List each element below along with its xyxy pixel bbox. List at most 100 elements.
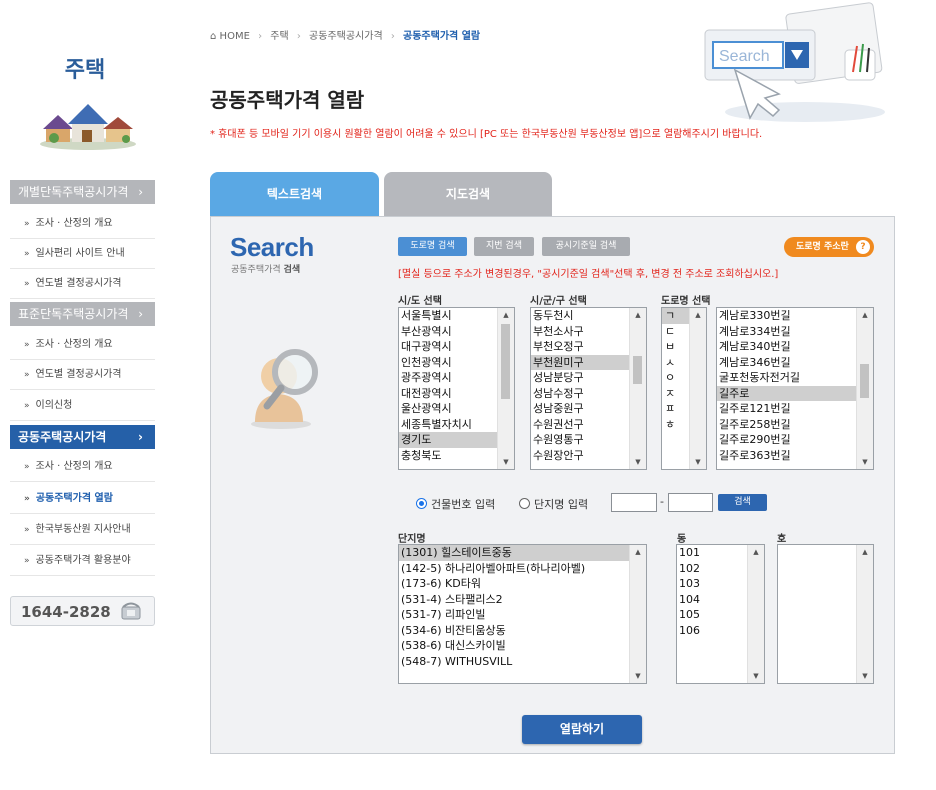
- road-option[interactable]: 길주로121번길: [717, 401, 873, 417]
- radio-complex-name[interactable]: [519, 498, 530, 509]
- scroll-down-icon[interactable]: ▼: [630, 455, 646, 469]
- sido-scrollbar[interactable]: ▲ ▼: [497, 308, 514, 469]
- page-title: 공동주택가격 열람: [210, 88, 365, 112]
- scroll-down-icon[interactable]: ▼: [690, 455, 706, 469]
- complex-option[interactable]: (531-7) 리파인빌: [399, 607, 646, 623]
- complex-option[interactable]: (538-6) 대신스카이빌: [399, 638, 646, 654]
- scroll-down-icon[interactable]: ▼: [748, 669, 764, 683]
- scroll-up-icon[interactable]: ▲: [857, 545, 873, 559]
- road-initial-select[interactable]: ㄱ ㄷ ㅂ ㅅ ㅇ ㅈ ㅍ ㅎ ▲ ▼: [661, 307, 707, 470]
- breadcrumb-separator: ›: [390, 31, 395, 42]
- building-number-main-input[interactable]: [611, 493, 657, 512]
- ho-select[interactable]: ▲ ▼: [777, 544, 874, 684]
- scroll-up-icon[interactable]: ▲: [630, 308, 646, 322]
- menu-item-apartment-price-view[interactable]: » 공동주택가격 열람: [10, 484, 155, 514]
- sido-select[interactable]: 서울특별시 부산광역시 대구광역시 인천광역시 광주광역시 대전광역시 울산광역…: [398, 307, 515, 470]
- scroll-up-icon[interactable]: ▲: [748, 545, 764, 559]
- reference-date-search-button[interactable]: 공시기준일 검색: [542, 237, 630, 256]
- menu-item-usage-field[interactable]: » 공동주택가격 활용분야: [10, 546, 155, 576]
- search-button[interactable]: 검색: [718, 494, 767, 511]
- road-option[interactable]: 길주로363번길: [717, 448, 873, 464]
- menu-item-ilsa-site-guide[interactable]: » 일사편리 사이트 안내: [10, 239, 155, 269]
- road-option[interactable]: 길주로258번길: [717, 417, 873, 433]
- tab-map-search[interactable]: 지도검색: [384, 172, 552, 216]
- road-name-search-button[interactable]: 도로명 검색: [398, 237, 467, 256]
- complex-label: 단지명: [398, 534, 426, 545]
- menu-item-objection[interactable]: » 이의신청: [10, 391, 155, 421]
- scroll-up-icon[interactable]: ▲: [690, 308, 706, 322]
- complex-option[interactable]: (531-4) 스타팰리스2: [399, 592, 646, 608]
- breadcrumb-home[interactable]: HOME: [220, 31, 250, 42]
- ho-label: 호: [777, 534, 787, 545]
- dong-select[interactable]: 101 102 103 104 105 106 ▲ ▼: [676, 544, 765, 684]
- breadcrumb-separator: ›: [296, 31, 301, 42]
- scroll-thumb[interactable]: [501, 324, 510, 399]
- dong-label: 동: [677, 534, 687, 545]
- breadcrumb-separator: ›: [258, 31, 263, 42]
- radio-building-number[interactable]: [416, 498, 427, 509]
- scroll-thumb[interactable]: [633, 356, 642, 384]
- tab-text-search[interactable]: 텍스트검색: [210, 172, 379, 216]
- menu-apartment-price[interactable]: 공동주택공시가격 ›: [10, 425, 155, 449]
- complex-option-selected[interactable]: (1301) 힐스테이트중동: [399, 545, 646, 561]
- search-subtitle-bold: 검색: [283, 265, 301, 275]
- home-icon[interactable]: ⌂: [210, 31, 216, 42]
- bullet-icon: »: [24, 370, 30, 380]
- menu-item-survey-overview[interactable]: » 조사 · 산정의 개요: [10, 209, 155, 239]
- bullet-icon: »: [24, 340, 30, 350]
- bullet-icon: »: [24, 279, 30, 289]
- road-option[interactable]: 굴포천동자전거길: [717, 370, 873, 386]
- view-price-button[interactable]: 열람하기: [522, 715, 642, 744]
- menu-item-label: 조사 · 산정의 개요: [35, 461, 113, 472]
- bullet-icon: »: [24, 494, 30, 504]
- complex-option[interactable]: (142-5) 하나리아벨아파트(하나리아벨): [399, 561, 646, 577]
- scroll-up-icon[interactable]: ▲: [630, 545, 646, 559]
- jibun-search-button[interactable]: 지번 검색: [474, 237, 534, 256]
- road-initial-scrollbar[interactable]: ▲ ▼: [689, 308, 706, 469]
- road-label: 도로명 선택: [661, 296, 711, 307]
- complex-option[interactable]: (534-6) 비잔티움상동: [399, 623, 646, 639]
- breadcrumb-item[interactable]: 공동주택공시가격: [309, 31, 383, 42]
- road-option[interactable]: 계남로334번길: [717, 324, 873, 340]
- scroll-down-icon[interactable]: ▼: [498, 455, 514, 469]
- menu-item-yearly-price[interactable]: » 연도별 결정공시가격: [10, 360, 155, 390]
- road-option-selected[interactable]: 길주로: [717, 385, 873, 401]
- scroll-up-icon[interactable]: ▲: [498, 308, 514, 322]
- sidebar-title: 주택: [64, 58, 106, 83]
- road-option[interactable]: 계남로330번길: [717, 308, 873, 324]
- input-mode-building[interactable]: 건물번호 입력: [416, 496, 495, 512]
- scroll-thumb[interactable]: [860, 364, 869, 398]
- complex-option[interactable]: (548-7) WITHUSVILL: [399, 654, 646, 670]
- ho-scrollbar[interactable]: ▲ ▼: [856, 545, 873, 683]
- menu-individual-house-price[interactable]: 개별단독주택공시가격 ›: [10, 180, 155, 204]
- complex-scrollbar[interactable]: ▲ ▼: [629, 545, 646, 683]
- menu-item-branch-guide[interactable]: » 한국부동산원 지사안내: [10, 515, 155, 545]
- breadcrumb-item[interactable]: 주택: [270, 31, 288, 42]
- sigungu-select[interactable]: 동두천시 부천소사구 부천오정구 부천원미구 성남분당구 성남수정구 성남중원구…: [530, 307, 647, 470]
- road-option[interactable]: 길주로290번길: [717, 432, 873, 448]
- chevron-right-icon: ›: [138, 307, 143, 321]
- scroll-down-icon[interactable]: ▼: [857, 669, 873, 683]
- menu-standard-house-price[interactable]: 표준단독주택공시가격 ›: [10, 302, 155, 326]
- scroll-up-icon[interactable]: ▲: [857, 308, 873, 322]
- menu-item-label: 일사편리 사이트 안내: [35, 248, 125, 259]
- complex-option[interactable]: (173-6) KD타워: [399, 576, 646, 592]
- road-address-info-button[interactable]: 도로명 주소란 ?: [784, 237, 874, 257]
- menu-item-yearly-price[interactable]: » 연도별 결정공시가격: [10, 269, 155, 299]
- road-option[interactable]: 계남로346번길: [717, 355, 873, 371]
- complex-select[interactable]: (1301) 힐스테이트중동 (142-5) 하나리아벨아파트(하나리아벨) (…: [398, 544, 647, 684]
- road-name-scrollbar[interactable]: ▲ ▼: [856, 308, 873, 469]
- dong-scrollbar[interactable]: ▲ ▼: [747, 545, 764, 683]
- menu-item-survey-overview[interactable]: » 조사 · 산정의 개요: [10, 330, 155, 360]
- scroll-down-icon[interactable]: ▼: [630, 669, 646, 683]
- menu-item-survey-overview[interactable]: » 조사 · 산정의 개요: [10, 452, 155, 482]
- building-number-sub-input[interactable]: [668, 493, 713, 512]
- menu-item-label: 조사 · 산정의 개요: [35, 339, 113, 350]
- input-mode-complex[interactable]: 단지명 입력: [519, 496, 588, 512]
- bullet-icon: »: [24, 219, 30, 229]
- bullet-icon: »: [24, 556, 30, 566]
- road-name-select[interactable]: 계남로330번길 계남로334번길 계남로340번길 계남로346번길 굴포천동…: [716, 307, 874, 470]
- scroll-down-icon[interactable]: ▼: [857, 455, 873, 469]
- road-option[interactable]: 계남로340번길: [717, 339, 873, 355]
- sigungu-scrollbar[interactable]: ▲ ▼: [629, 308, 646, 469]
